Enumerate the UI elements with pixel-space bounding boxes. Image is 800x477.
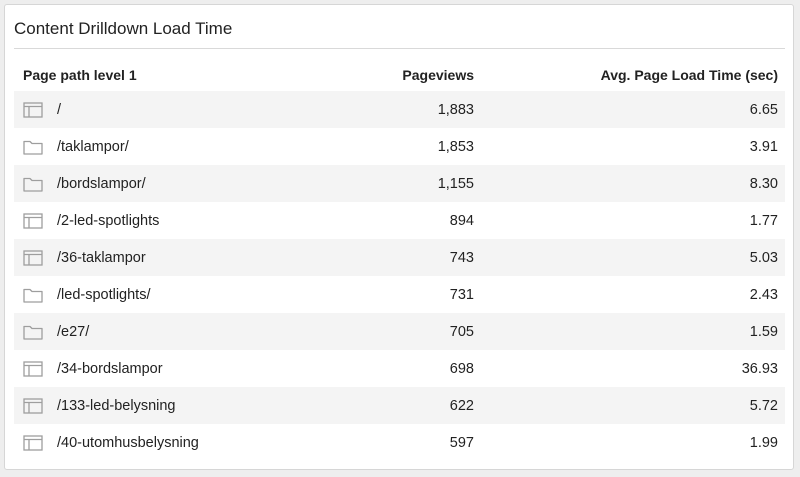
- path-link[interactable]: /taklampor/: [57, 139, 129, 155]
- path-cell[interactable]: /2-led-spotlights: [14, 213, 344, 229]
- load-time-cell: 5.72: [749, 397, 778, 414]
- table-header: Page path level 1 Pageviews Avg. Page Lo…: [14, 59, 785, 91]
- page-icon: [23, 101, 43, 118]
- table-row[interactable]: /bordslampor/ 1,155 8.30: [14, 165, 785, 202]
- table-row[interactable]: /taklampor/ 1,853 3.91: [14, 128, 785, 165]
- table-row[interactable]: /40-utomhusbelysning 597 1.99: [14, 424, 785, 461]
- path-link[interactable]: /2-led-spotlights: [57, 213, 159, 229]
- load-time-cell: 6.65: [749, 101, 778, 118]
- load-time-cell: 8.30: [749, 175, 778, 192]
- load-time-cell: 5.03: [749, 249, 778, 266]
- pageviews-cell: 705: [449, 323, 474, 340]
- path-link[interactable]: /34-bordslampor: [57, 361, 163, 377]
- path-cell[interactable]: /133-led-belysning: [14, 398, 344, 414]
- folder-icon: [23, 176, 43, 192]
- table-row[interactable]: / 1,883 6.65: [14, 91, 785, 128]
- pageviews-cell: 622: [449, 397, 474, 414]
- path-link[interactable]: /e27/: [57, 324, 89, 340]
- title-divider: [14, 48, 785, 49]
- table-row[interactable]: /34-bordslampor 698 36.93: [14, 350, 785, 387]
- load-time-cell: 3.91: [749, 138, 778, 155]
- path-link[interactable]: /: [57, 102, 61, 118]
- pageviews-cell: 731: [449, 286, 474, 303]
- page-icon: [23, 397, 43, 414]
- table-row[interactable]: /led-spotlights/ 731 2.43: [14, 276, 785, 313]
- path-cell[interactable]: /34-bordslampor: [14, 361, 344, 377]
- path-cell[interactable]: /36-taklampor: [14, 250, 344, 266]
- drilldown-table: Page path level 1 Pageviews Avg. Page Lo…: [14, 59, 785, 461]
- folder-icon: [23, 139, 43, 155]
- path-link[interactable]: /36-taklampor: [57, 250, 146, 266]
- table-row[interactable]: /2-led-spotlights 894 1.77: [14, 202, 785, 239]
- load-time-cell: 2.43: [749, 286, 778, 303]
- path-cell[interactable]: /e27/: [14, 324, 344, 340]
- widget-title: Content Drilldown Load Time: [14, 19, 233, 38]
- column-header-pageviews[interactable]: Pageviews: [344, 67, 474, 83]
- load-time-cell: 1.77: [749, 212, 778, 229]
- pageviews-cell: 1,155: [437, 175, 474, 192]
- column-header-path[interactable]: Page path level 1: [14, 67, 344, 83]
- page-icon: [23, 360, 43, 377]
- table-row[interactable]: /36-taklampor 743 5.03: [14, 239, 785, 276]
- pageviews-cell: 1,853: [437, 138, 474, 155]
- folder-icon: [23, 287, 43, 303]
- table-row[interactable]: /e27/ 705 1.59: [14, 313, 785, 350]
- page-icon: [23, 434, 43, 451]
- path-cell[interactable]: /bordslampor/: [14, 176, 344, 192]
- pageviews-cell: 743: [449, 249, 474, 266]
- path-link[interactable]: /133-led-belysning: [57, 398, 176, 414]
- path-cell[interactable]: /40-utomhusbelysning: [14, 435, 344, 451]
- load-time-cell: 1.59: [749, 323, 778, 340]
- page-icon: [23, 212, 43, 229]
- table-body: / 1,883 6.65 /taklampor/ 1,853 3.91 /bor…: [14, 91, 785, 461]
- page-icon: [23, 249, 43, 266]
- path-cell[interactable]: /led-spotlights/: [14, 287, 344, 303]
- pageviews-cell: 894: [449, 212, 474, 229]
- column-header-load-time[interactable]: Avg. Page Load Time (sec): [474, 67, 785, 83]
- path-link[interactable]: /led-spotlights/: [57, 287, 151, 303]
- content-drilldown-widget: Content Drilldown Load Time Page path le…: [4, 4, 794, 470]
- folder-icon: [23, 324, 43, 340]
- path-link[interactable]: /40-utomhusbelysning: [57, 435, 199, 451]
- load-time-cell: 1.99: [749, 434, 778, 451]
- pageviews-cell: 597: [449, 434, 474, 451]
- path-cell[interactable]: /taklampor/: [14, 139, 344, 155]
- path-cell[interactable]: /: [14, 102, 344, 118]
- load-time-cell: 36.93: [741, 360, 778, 377]
- path-link[interactable]: /bordslampor/: [57, 176, 146, 192]
- pageviews-cell: 698: [449, 360, 474, 377]
- pageviews-cell: 1,883: [437, 101, 474, 118]
- table-row[interactable]: /133-led-belysning 622 5.72: [14, 387, 785, 424]
